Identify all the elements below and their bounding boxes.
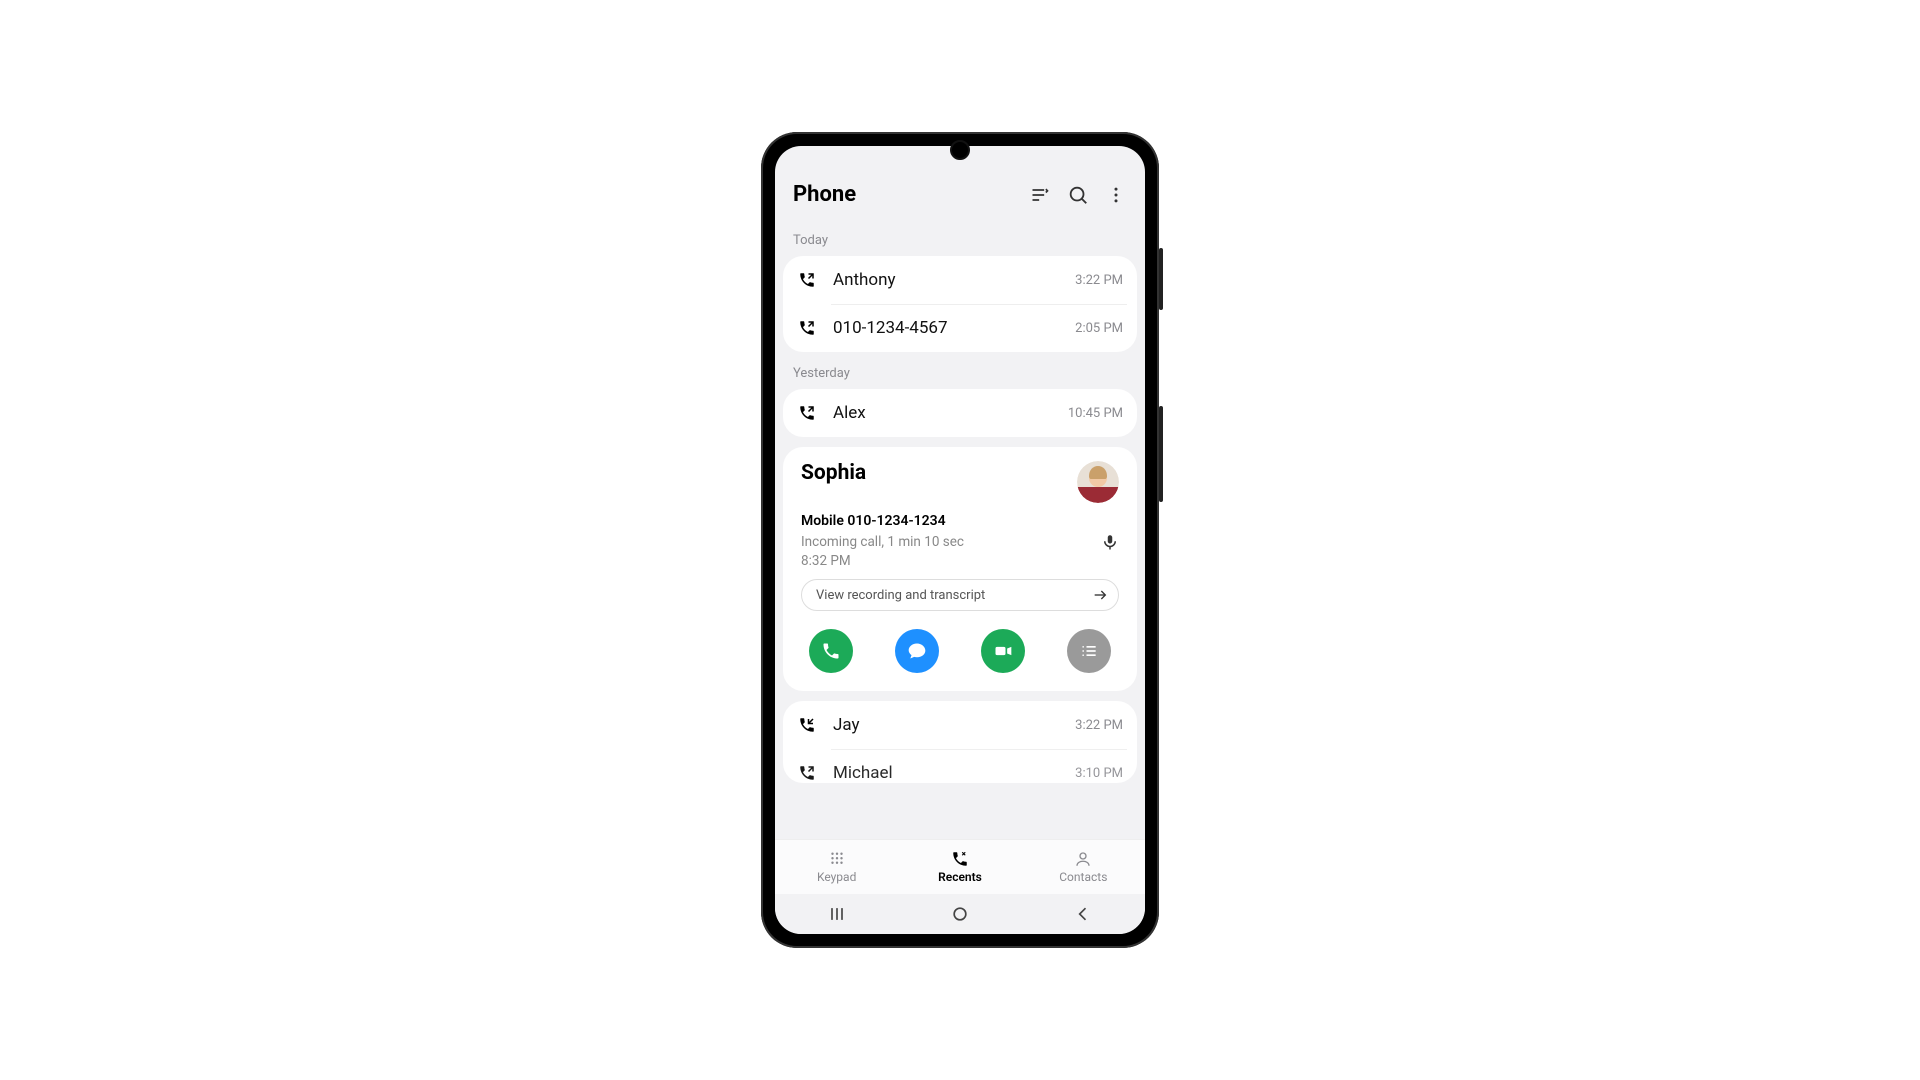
call-row[interactable]: Jay 3:22 PM — [783, 701, 1137, 749]
incoming-call-icon — [797, 715, 817, 735]
detail-summary: Incoming call, 1 min 10 sec — [801, 534, 964, 550]
video-call-button[interactable] — [981, 629, 1025, 673]
call-detail-card: Sophia — [783, 447, 1137, 691]
detail-name: Sophia — [801, 461, 1077, 485]
more-icon[interactable] — [1105, 184, 1127, 206]
front-camera — [950, 140, 970, 160]
call-time: 10:45 PM — [1068, 406, 1123, 421]
tab-label: Recents — [938, 870, 982, 884]
recents-list: Today Anthony 3:22 PM 010-1234-4567 — [775, 219, 1145, 839]
group-after: Jay 3:22 PM Michael 3:10 PM — [783, 701, 1137, 783]
group-label-today: Today — [783, 219, 1137, 256]
call-row[interactable]: Alex 10:45 PM — [783, 389, 1137, 437]
call-row[interactable]: 010-1234-4567 2:05 PM — [783, 304, 1137, 352]
tab-label: Keypad — [817, 870, 856, 884]
header-actions: ↑ — [1029, 184, 1127, 206]
group-yesterday: Alex 10:45 PM — [783, 389, 1137, 437]
tab-contacts[interactable]: Contacts — [1022, 840, 1145, 894]
detail-actions — [801, 629, 1119, 673]
call-row[interactable]: Anthony 3:22 PM — [783, 256, 1137, 304]
arrow-right-icon — [1092, 587, 1108, 603]
page-title: Phone — [793, 182, 856, 207]
tab-keypad[interactable]: Keypad — [775, 840, 898, 894]
call-name: Alex — [833, 403, 1068, 423]
detail-line: Mobile 010-1234-1234 — [801, 513, 1119, 529]
tab-recents[interactable]: Recents — [898, 840, 1021, 894]
call-name: Anthony — [833, 270, 1075, 290]
call-name: 010-1234-4567 — [833, 318, 1075, 338]
nav-back-icon[interactable] — [1073, 904, 1093, 924]
filter-icon[interactable]: ↑ — [1029, 184, 1051, 206]
search-icon[interactable] — [1067, 184, 1089, 206]
group-today: Anthony 3:22 PM 010-1234-4567 2:05 PM — [783, 256, 1137, 352]
outgoing-call-icon — [797, 318, 817, 338]
call-time: 2:05 PM — [1075, 321, 1123, 336]
phone-frame: Phone ↑ — [761, 132, 1159, 948]
mic-icon — [1101, 533, 1119, 551]
call-name: Michael — [833, 763, 1075, 783]
outgoing-call-icon — [797, 763, 817, 783]
tab-label: Contacts — [1059, 870, 1107, 884]
call-time: 3:22 PM — [1075, 273, 1123, 288]
bottom-tabs: Keypad Recents Contacts — [775, 839, 1145, 894]
svg-text:↑: ↑ — [1045, 186, 1048, 194]
contacts-icon — [1074, 850, 1092, 868]
nav-home-icon[interactable] — [950, 904, 970, 924]
avatar[interactable] — [1077, 461, 1119, 503]
screen: Phone ↑ — [775, 146, 1145, 934]
recents-icon — [951, 850, 969, 868]
history-button[interactable] — [1067, 629, 1111, 673]
outgoing-call-icon — [797, 403, 817, 423]
nav-recents-icon[interactable] — [827, 904, 847, 924]
call-button[interactable] — [809, 629, 853, 673]
view-recording-button[interactable]: View recording and transcript — [801, 579, 1119, 611]
system-nav — [775, 894, 1145, 934]
keypad-icon — [828, 850, 846, 868]
outgoing-call-icon — [797, 270, 817, 290]
call-time: 3:10 PM — [1075, 766, 1123, 781]
group-label-yesterday: Yesterday — [783, 352, 1137, 389]
detail-time: 8:32 PM — [801, 553, 1119, 569]
call-row[interactable]: Michael 3:10 PM — [783, 749, 1137, 783]
call-name: Jay — [833, 715, 1075, 735]
chip-label: View recording and transcript — [816, 588, 985, 603]
call-time: 3:22 PM — [1075, 718, 1123, 733]
message-button[interactable] — [895, 629, 939, 673]
